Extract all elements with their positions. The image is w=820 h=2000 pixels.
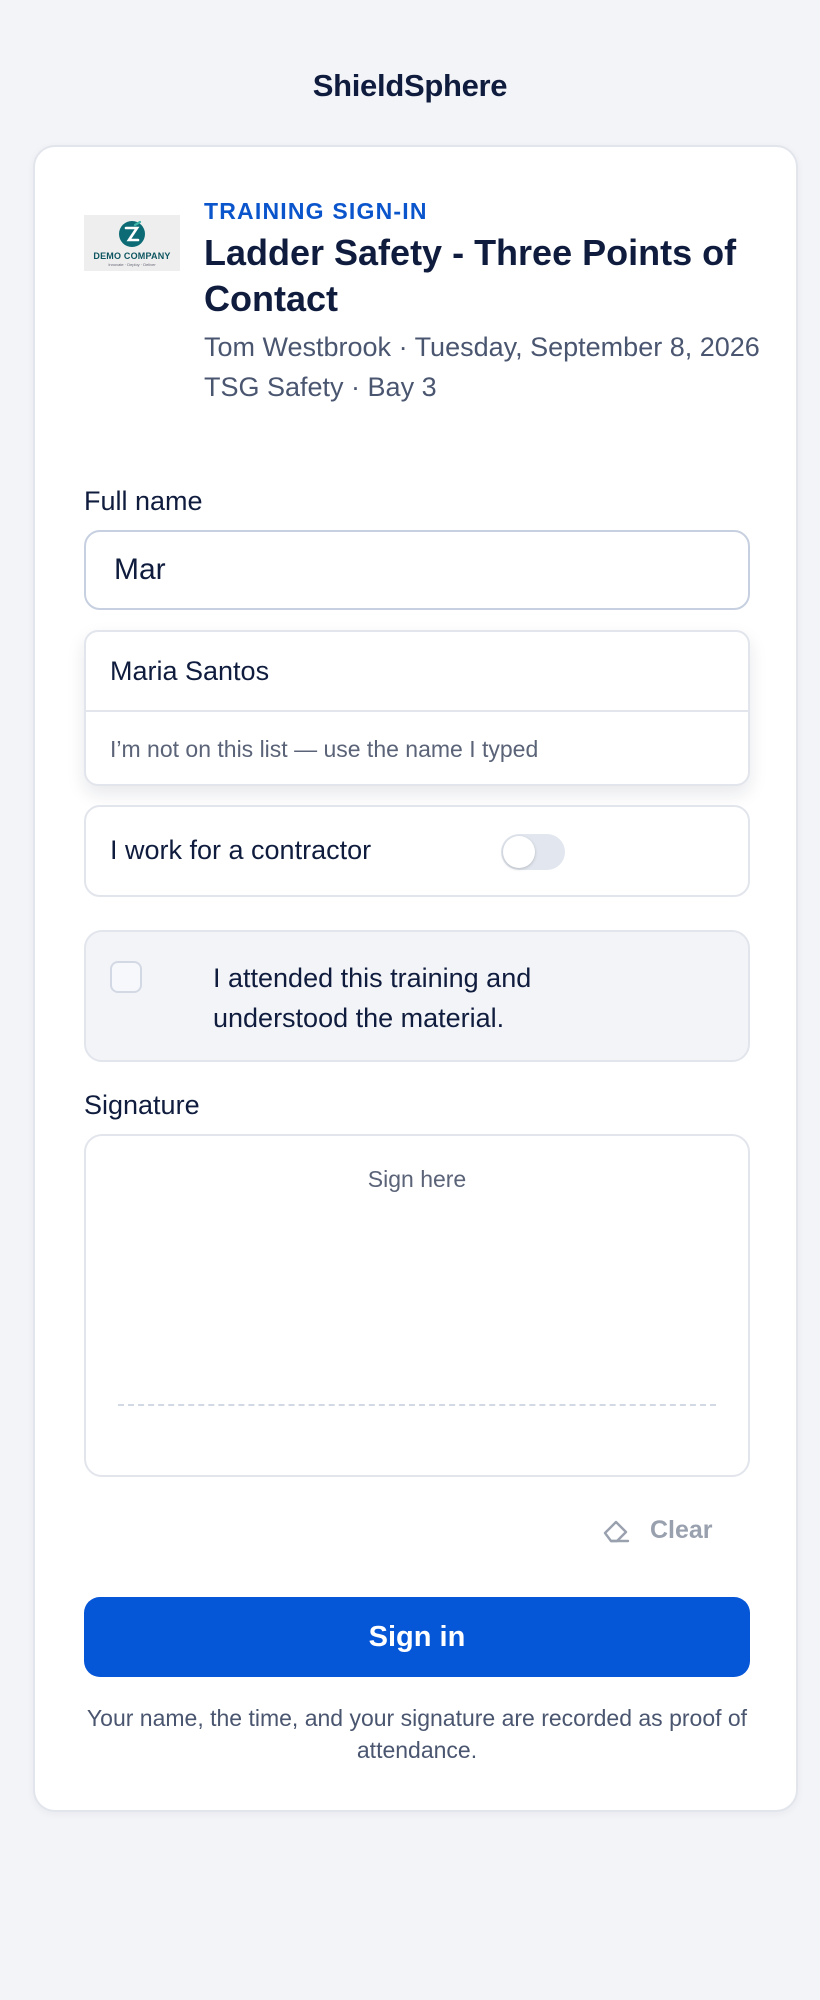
toggle-knob xyxy=(503,836,535,868)
attestation-label: I attended this training and understood … xyxy=(213,963,532,1033)
training-title: Ladder Safety - Three Points of Contact xyxy=(204,232,737,319)
signature-label: Signature xyxy=(84,1090,200,1120)
company-logo-icon xyxy=(119,220,145,247)
sign-in-card: DEMO COMPANY Innovate · Deploy · Deliver… xyxy=(33,145,798,1812)
use-typed-name-option[interactable]: I’m not on this list — use the name I ty… xyxy=(86,712,748,784)
training-trainer-date: Tom Westbrook · Tuesday, September 8, 20… xyxy=(204,332,760,362)
brand-title: ShieldSphere xyxy=(312,68,508,103)
full-name-input[interactable] xyxy=(84,530,750,610)
contractor-label: I work for a contractor xyxy=(110,835,372,865)
attestation-box[interactable]: I attended this training and understood … xyxy=(84,930,750,1062)
company-logo: DEMO COMPANY Innovate · Deploy · Deliver xyxy=(84,215,180,271)
eraser-icon xyxy=(603,1520,630,1543)
signature-baseline xyxy=(118,1404,716,1406)
name-suggestion-item[interactable]: Maria Santos xyxy=(86,632,748,712)
company-logo-text: DEMO COMPANY xyxy=(93,251,171,261)
contractor-toggle-row[interactable]: I work for a contractor xyxy=(84,805,750,897)
training-location: TSG Safety · Bay 3 xyxy=(204,372,437,402)
training-meta: Tom Westbrook · Tuesday, September 8, 20… xyxy=(204,327,774,407)
attestation-checkbox[interactable] xyxy=(110,961,142,993)
clear-label: Clear xyxy=(650,1515,713,1544)
page-eyebrow: TRAINING SIGN-IN xyxy=(204,198,428,224)
sign-in-button[interactable]: Sign in xyxy=(84,1597,750,1677)
full-name-label: Full name xyxy=(84,486,203,516)
signature-hint: Sign here xyxy=(367,1166,467,1192)
name-suggestions-dropdown: Maria Santos I’m not on this list — use … xyxy=(84,630,750,786)
clear-signature-button[interactable]: Clear xyxy=(600,1507,750,1553)
company-logo-tagline: Innovate · Deploy · Deliver xyxy=(108,262,156,267)
contractor-toggle[interactable] xyxy=(501,834,565,870)
attendance-footnote: Your name, the time, and your signature … xyxy=(86,1705,748,1763)
signature-pad[interactable]: Sign here xyxy=(84,1134,750,1477)
